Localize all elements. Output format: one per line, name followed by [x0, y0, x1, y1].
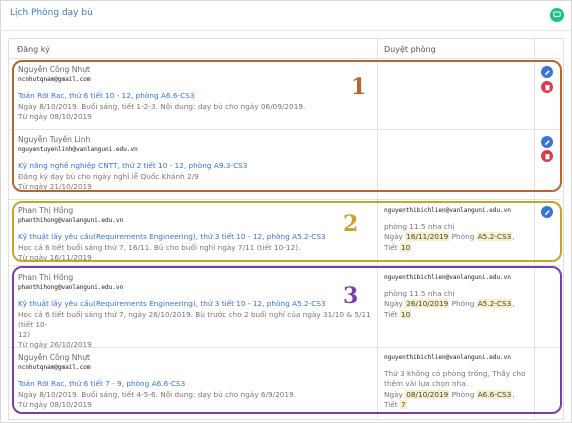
chat-icon: [553, 11, 561, 18]
panel-header: Lịch Phòng dạy bù: [0, 0, 570, 31]
column-header-register: Đăng ký: [17, 45, 50, 54]
column-header-approved: Duyệt phòng: [384, 45, 436, 54]
page-title: Lịch Phòng dạy bù: [10, 8, 93, 18]
row-divider: [9, 199, 561, 200]
annotation-number-1: 1: [351, 74, 367, 100]
annotation-number-3: 3: [343, 283, 359, 309]
row-divider: [9, 58, 561, 59]
annotation-group-2: [12, 201, 562, 262]
chat-button[interactable]: [550, 8, 564, 22]
annotation-group-1: [12, 60, 562, 192]
annotation-group-3: [12, 266, 562, 414]
annotation-number-2: 2: [343, 211, 359, 237]
